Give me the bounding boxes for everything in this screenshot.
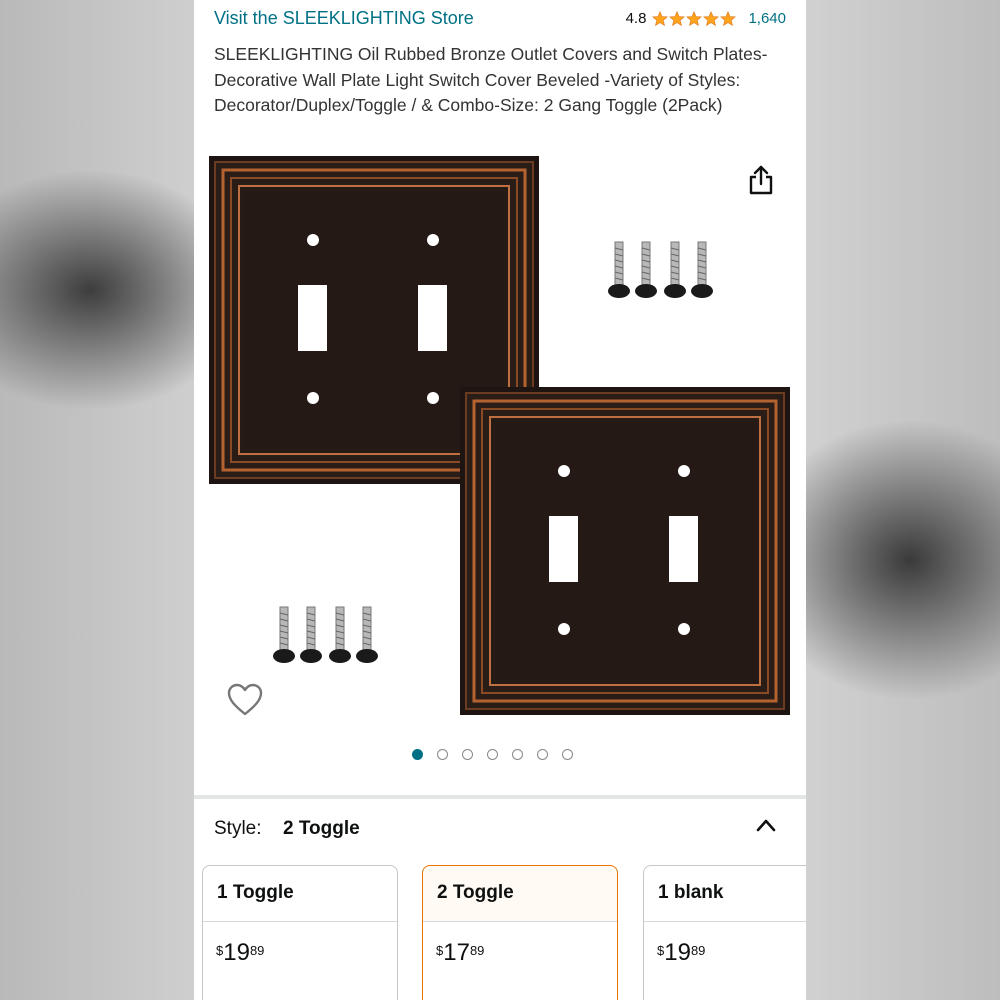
share-icon[interactable] [746,164,776,196]
pagination-dot[interactable] [412,749,423,760]
image-pagination [194,749,806,765]
star-rating [652,10,737,27]
style-option-price: $ 19 89 [216,940,264,966]
style-selected-value: 2 Toggle [283,818,360,839]
price-currency: $ [436,943,444,958]
price-whole: 19 [664,939,691,966]
rating-summary[interactable]: 4.8 1,640 [626,10,786,27]
screws-image [608,241,713,298]
star-icon [669,10,686,26]
price-fraction: 89 [249,943,265,958]
store-link[interactable]: Visit the SLEEKLIGHTING Store [214,8,474,29]
style-option-1-toggle[interactable]: 1 Toggle $ 19 89 [202,865,398,1000]
style-option-name: 1 Toggle [217,882,294,903]
pagination-dot[interactable] [512,749,523,760]
style-option-1-blank[interactable]: 1 blank $ 19 89 [643,865,806,1000]
chevron-up-icon[interactable] [754,815,778,835]
pagination-dot[interactable] [437,749,448,760]
product-image-gallery[interactable] [194,150,806,790]
product-page: Visit the SLEEKLIGHTING Store 4.8 1,640 … [194,0,806,1000]
style-option-name: 2 Toggle [437,882,514,903]
price-currency: $ [216,943,224,958]
product-title: SLEEKLIGHTING Oil Rubbed Bronze Outlet C… [214,44,768,115]
option-divider [203,921,397,922]
price-whole: 19 [223,939,250,966]
option-divider [423,921,617,922]
screws-image [273,606,378,663]
section-divider [194,795,806,799]
pagination-dot[interactable] [487,749,498,760]
pagination-dot[interactable] [537,749,548,760]
pagination-dot[interactable] [462,749,473,760]
price-whole: 17 [443,939,470,966]
rating-value: 4.8 [625,10,647,27]
star-icon [720,10,737,26]
rating-count[interactable]: 1,640 [748,10,786,27]
price-fraction: 89 [469,943,485,958]
price-currency: $ [657,943,665,958]
style-option-price: $ 17 89 [436,940,484,966]
pagination-dot[interactable] [562,749,573,760]
style-option-price: $ 19 89 [657,940,705,966]
style-label: Style: [214,818,262,839]
style-selector-header[interactable]: Style: 2 Toggle [214,815,786,845]
option-divider [644,921,806,922]
style-option-2-toggle[interactable]: 2 Toggle $ 17 89 [422,865,618,1000]
heart-icon[interactable] [227,683,263,717]
style-option-name: 1 blank [658,882,724,903]
price-fraction: 89 [690,943,706,958]
store-rating-bar: Visit the SLEEKLIGHTING Store 4.8 1,640 [214,6,786,32]
star-icon [686,10,703,26]
star-icon [703,10,720,26]
star-icon [652,10,669,26]
switch-plate-image [460,387,790,715]
